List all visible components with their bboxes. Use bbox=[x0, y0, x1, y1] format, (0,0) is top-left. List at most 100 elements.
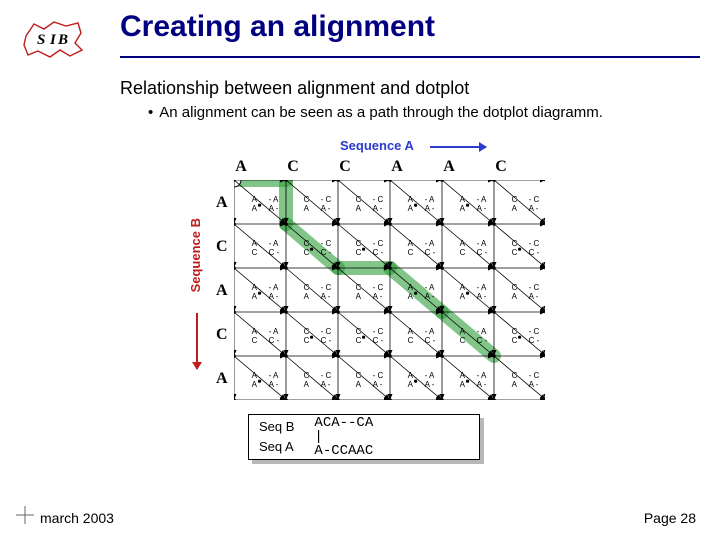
svg-text:A: A bbox=[408, 283, 414, 292]
svg-text:C -: C - bbox=[477, 248, 488, 257]
svg-text:A: A bbox=[408, 327, 414, 336]
sequence-b-label: Sequence B bbox=[188, 218, 203, 292]
row-header: A bbox=[216, 194, 228, 212]
svg-text:A -: A - bbox=[269, 204, 279, 213]
svg-text:- C: - C bbox=[373, 239, 384, 248]
svg-text:C: C bbox=[356, 239, 362, 248]
bullet-text: An alignment can be seen as a path throu… bbox=[159, 104, 603, 121]
row-header: C bbox=[216, 326, 228, 344]
sequence-a-label: Sequence A bbox=[340, 138, 414, 153]
arrow-right-icon bbox=[430, 146, 486, 148]
footer-date: march 2003 bbox=[40, 510, 114, 526]
svg-text:- A: - A bbox=[425, 283, 435, 292]
svg-text:A: A bbox=[460, 380, 466, 389]
dotplot-grid: - AA -AA- CA -CA- CA -CA- AA -AA- AA -AA… bbox=[234, 180, 545, 400]
col-header: A bbox=[390, 158, 404, 176]
col-header: C bbox=[338, 158, 352, 176]
svg-text:A -: A - bbox=[373, 380, 383, 389]
sib-logo: S I B bbox=[20, 16, 86, 62]
footer-page: Page 28 bbox=[644, 510, 696, 526]
row-header: C bbox=[216, 238, 228, 256]
seq-b-value: ACA--CA bbox=[314, 415, 373, 431]
svg-text:A: A bbox=[460, 283, 466, 292]
svg-text:I: I bbox=[49, 32, 57, 48]
svg-text:C -: C - bbox=[477, 336, 488, 345]
svg-text:A: A bbox=[252, 283, 258, 292]
subtitle: Relationship between alignment and dotpl… bbox=[120, 78, 469, 99]
svg-text:C: C bbox=[304, 283, 310, 292]
svg-text:C -: C - bbox=[529, 248, 540, 257]
svg-text:A: A bbox=[304, 380, 310, 389]
svg-text:A -: A - bbox=[477, 380, 487, 389]
svg-text:A -: A - bbox=[425, 380, 435, 389]
svg-text:- A: - A bbox=[477, 239, 487, 248]
svg-text:B: B bbox=[57, 32, 68, 48]
svg-text:A -: A - bbox=[529, 204, 539, 213]
alignment-sequences: ACA--CA | A-CCAAC bbox=[314, 416, 373, 458]
svg-text:- A: - A bbox=[477, 195, 487, 204]
svg-text:A -: A - bbox=[321, 380, 331, 389]
svg-text:A: A bbox=[512, 380, 518, 389]
bullet-dot-icon: • bbox=[148, 104, 153, 121]
svg-text:- A: - A bbox=[425, 327, 435, 336]
svg-text:S: S bbox=[37, 32, 45, 48]
svg-text:C: C bbox=[512, 283, 518, 292]
svg-text:A: A bbox=[460, 204, 466, 213]
svg-text:A -: A - bbox=[321, 292, 331, 301]
svg-text:A: A bbox=[460, 371, 466, 380]
svg-text:C: C bbox=[512, 371, 518, 380]
svg-text:A: A bbox=[356, 292, 362, 301]
svg-text:C: C bbox=[356, 195, 362, 204]
bullet-item: • An alignment can be seen as a path thro… bbox=[148, 104, 603, 121]
svg-text:C: C bbox=[356, 283, 362, 292]
arrow-down-icon bbox=[196, 313, 198, 369]
svg-text:A: A bbox=[252, 371, 258, 380]
column-headers: A C C A A C bbox=[234, 158, 508, 176]
svg-text:A: A bbox=[356, 204, 362, 213]
svg-text:A: A bbox=[460, 327, 466, 336]
svg-text:A: A bbox=[408, 204, 414, 213]
svg-text:A: A bbox=[252, 380, 258, 389]
svg-text:- C: - C bbox=[529, 371, 540, 380]
svg-text:C: C bbox=[304, 248, 310, 257]
row-header: A bbox=[216, 370, 228, 388]
title-divider bbox=[120, 56, 700, 58]
svg-text:- C: - C bbox=[529, 327, 540, 336]
svg-text:A: A bbox=[512, 204, 518, 213]
svg-text:A -: A - bbox=[269, 292, 279, 301]
svg-text:A: A bbox=[252, 195, 258, 204]
svg-text:- A: - A bbox=[425, 371, 435, 380]
svg-text:C: C bbox=[512, 195, 518, 204]
svg-text:- A: - A bbox=[269, 371, 279, 380]
row-header: A bbox=[216, 282, 228, 300]
svg-text:- C: - C bbox=[321, 239, 332, 248]
svg-text:A: A bbox=[408, 195, 414, 204]
dotplot-diagram: Sequence A Sequence B A C C A A C A C A … bbox=[190, 138, 550, 400]
alignment-labels: Seq B Seq A bbox=[259, 417, 294, 457]
svg-text:C: C bbox=[304, 371, 310, 380]
svg-text:A: A bbox=[252, 327, 258, 336]
svg-text:- C: - C bbox=[321, 195, 332, 204]
svg-text:- C: - C bbox=[321, 283, 332, 292]
svg-text:A -: A - bbox=[477, 292, 487, 301]
svg-text:- C: - C bbox=[373, 371, 384, 380]
svg-text:A: A bbox=[460, 292, 466, 301]
svg-text:C: C bbox=[408, 248, 414, 257]
svg-text:A -: A - bbox=[373, 292, 383, 301]
col-header: A bbox=[442, 158, 456, 176]
svg-text:- C: - C bbox=[373, 283, 384, 292]
svg-text:A -: A - bbox=[529, 380, 539, 389]
svg-text:A: A bbox=[460, 239, 466, 248]
svg-text:- A: - A bbox=[269, 327, 279, 336]
col-header: A bbox=[234, 158, 248, 176]
alignment-content: Seq B Seq A ACA--CA | A-CCAAC bbox=[248, 414, 480, 460]
svg-text:A: A bbox=[252, 292, 258, 301]
col-header: C bbox=[286, 158, 300, 176]
svg-text:C -: C - bbox=[321, 336, 332, 345]
svg-text:C -: C - bbox=[373, 248, 384, 257]
svg-text:- A: - A bbox=[477, 371, 487, 380]
svg-text:- A: - A bbox=[269, 283, 279, 292]
svg-text:C: C bbox=[460, 336, 466, 345]
svg-text:C: C bbox=[512, 248, 518, 257]
svg-text:- A: - A bbox=[269, 195, 279, 204]
